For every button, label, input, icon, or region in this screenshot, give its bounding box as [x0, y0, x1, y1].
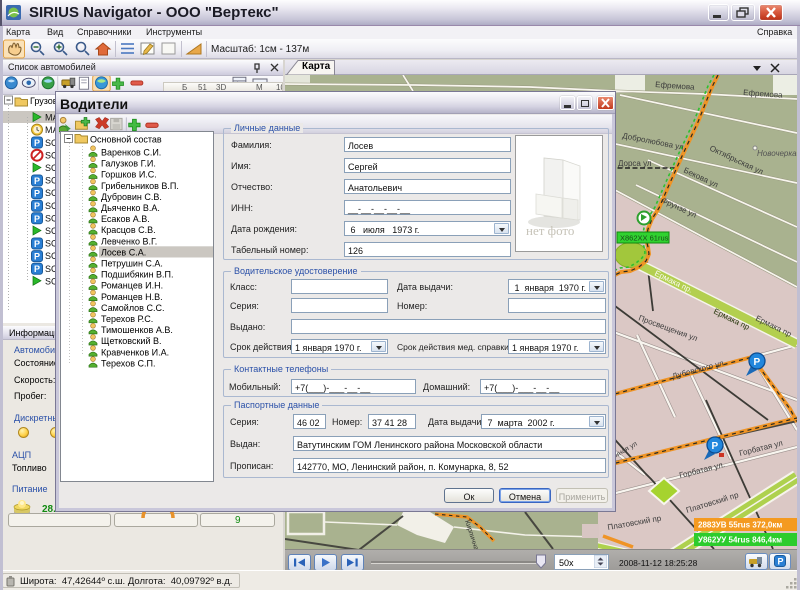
svg-text:Есаков А.В.: Есаков А.В. [101, 214, 150, 224]
svg-text:Дьяченко В.А.: Дьяченко В.А. [101, 203, 160, 213]
svg-text:Грузов: Грузов [30, 96, 58, 106]
svg-text:Романцев И.Н.: Романцев И.Н. [101, 281, 163, 291]
svg-text:Терехов Р.С.: Терехов Р.С. [101, 314, 153, 324]
svg-text:Самойлов С.С.: Самойлов С.С. [101, 303, 164, 313]
svg-text:Подшибякин В.П.: Подшибякин В.П. [101, 270, 174, 280]
svg-text:P: P [34, 214, 40, 224]
svg-text:P: P [712, 441, 719, 452]
svg-text:Горшков И.С.: Горшков И.С. [101, 170, 157, 180]
svg-text:P: P [34, 264, 40, 274]
svg-text:P: P [34, 176, 40, 186]
svg-text:Петрушин С.А.: Петрушин С.А. [101, 259, 163, 269]
svg-text:Тимошенков А.В.: Тимошенков А.В. [101, 325, 173, 335]
svg-text:P: P [34, 252, 40, 262]
svg-text:Основной состав: Основной состав [90, 135, 162, 145]
svg-text:P: P [34, 138, 40, 148]
svg-text:P: P [778, 557, 784, 567]
svg-text:P: P [754, 357, 761, 368]
svg-text:Щетковский В.: Щетковский В. [101, 336, 162, 346]
svg-text:Варенков С.И.: Варенков С.И. [101, 148, 161, 158]
svg-text:P: P [34, 189, 40, 199]
svg-text:2883УВ 55rus 372,0км: 2883УВ 55rus 372,0км [698, 521, 782, 530]
svg-text:нет фото: нет фото [526, 223, 574, 238]
svg-text:Х862ХХ 61rus: Х862ХХ 61rus [620, 234, 669, 243]
svg-text:P: P [34, 201, 40, 211]
svg-text:Кравченков И.А.: Кравченков И.А. [101, 347, 169, 357]
svg-text:Галузков Г.И.: Галузков Г.И. [101, 159, 156, 169]
svg-text:Масштаб: 1см - 137м: Масштаб: 1см - 137м [211, 43, 309, 55]
svg-text:Романцев Н.В.: Романцев Н.В. [101, 292, 163, 302]
svg-text:У862УУ 54rus 846,4км: У862УУ 54rus 846,4км [698, 536, 782, 545]
svg-text:Лосев С.А.: Лосев С.А. [101, 247, 146, 257]
svg-text:Дубровин С.В.: Дубровин С.В. [101, 192, 162, 202]
svg-text:Левченко В.Г.: Левченко В.Г. [101, 236, 157, 246]
svg-text:Грибельников В.П.: Грибельников В.П. [101, 181, 179, 191]
svg-text:Красцов С.В.: Красцов С.В. [101, 225, 156, 235]
svg-text:Новочеркасск: Новочеркасск [757, 149, 797, 158]
svg-text:P: P [34, 239, 40, 249]
svg-text:Дорса ул: Дорса ул [618, 159, 652, 168]
svg-text:Терехов С.П.: Терехов С.П. [101, 358, 155, 368]
